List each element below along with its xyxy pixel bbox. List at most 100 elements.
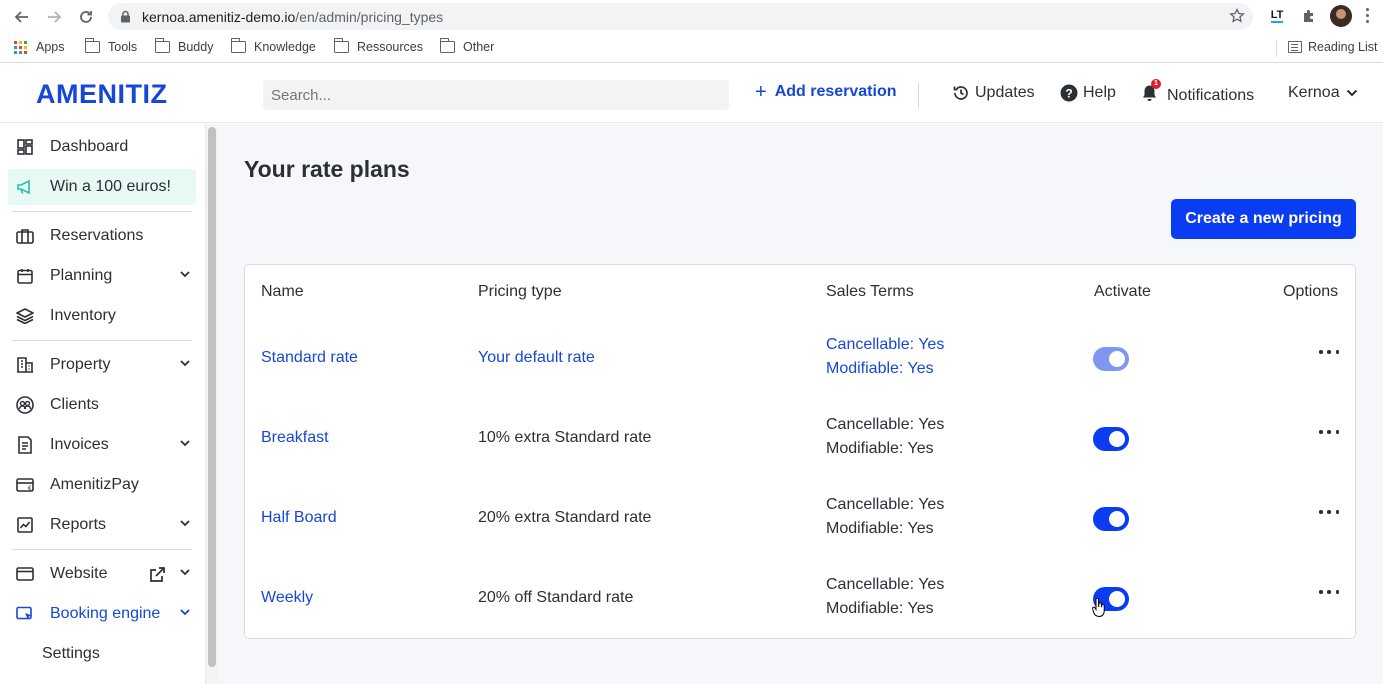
building-icon (16, 356, 34, 374)
user-menu[interactable]: Kernoa (1288, 84, 1363, 102)
sidebar-item-label: Reports (50, 516, 107, 533)
header-divider (918, 83, 919, 108)
options-menu-icon[interactable] (1319, 505, 1339, 519)
help-button[interactable]: ? Help (1060, 84, 1116, 102)
table-row: Half Board 20% extra Standard rate Cance… (245, 479, 1355, 559)
chevron-down-icon (180, 360, 190, 367)
options-menu-icon[interactable] (1319, 345, 1339, 359)
create-pricing-button[interactable]: Create a new pricing (1171, 199, 1356, 239)
sidebar-subitem-settings[interactable]: Settings (8, 636, 196, 672)
notification-badge: 1 (1151, 79, 1161, 89)
bookmark-star-icon[interactable] (1229, 7, 1245, 29)
sidebar-item-website[interactable]: Website (8, 556, 196, 592)
bookmark-buddy[interactable]: Buddy (154, 38, 213, 54)
modifiable-term: Modifiable: Yes (826, 600, 934, 617)
rate-name-link[interactable]: Standard rate (261, 349, 358, 367)
card-icon: € (16, 476, 34, 494)
add-reservation-button[interactable]: + Add reservation (755, 82, 897, 102)
puzzle-extensions-icon[interactable] (1299, 6, 1319, 26)
bookmark-knowledge[interactable]: Knowledge (230, 38, 316, 54)
activate-toggle[interactable] (1093, 427, 1129, 451)
folder-icon (84, 38, 100, 53)
calendar-icon (16, 267, 34, 285)
sidebar-divider (12, 549, 192, 550)
sidebar-item-booking-engine[interactable]: Booking engine (8, 596, 196, 632)
pricing-type-link[interactable]: Your default rate (478, 349, 595, 367)
sidebar-item-label: Inventory (50, 307, 116, 324)
hand-cursor-icon (1092, 598, 1105, 618)
reload-icon[interactable] (75, 6, 97, 28)
pricing-type-text: 20% extra Standard rate (478, 509, 652, 526)
plus-icon: + (755, 81, 767, 103)
table-row: Breakfast 10% extra Standard rate Cancel… (245, 399, 1355, 479)
rate-plans-table: Name Pricing type Sales Terms Activate O… (244, 264, 1356, 639)
sidebar-item-amenitizpay[interactable]: € AmenitizPay (8, 467, 196, 503)
sidebar-item-label: AmenitizPay (50, 476, 139, 493)
sidebar-item-dashboard[interactable]: Dashboard (8, 129, 196, 165)
forward-arrow-icon[interactable] (43, 6, 65, 28)
cancellable-term[interactable]: Cancellable: Yes (826, 333, 944, 357)
megaphone-icon (16, 178, 34, 196)
users-icon (16, 396, 34, 414)
activate-toggle[interactable] (1093, 347, 1129, 371)
folder-icon (230, 38, 246, 53)
sidebar-item-promo[interactable]: Win a 100 euros! (8, 169, 196, 205)
notifications-button[interactable]: 1 Notifications (1142, 79, 1254, 107)
pricing-type-text: 20% off Standard rate (478, 589, 634, 606)
bookmark-other[interactable]: Other (439, 38, 494, 54)
history-icon (953, 86, 968, 100)
sidebar-divider (12, 211, 192, 212)
external-link-icon (150, 567, 165, 582)
cancellable-term: Cancellable: Yes (826, 416, 945, 433)
sidebar-item-label: Invoices (50, 436, 109, 453)
languagetool-extension-icon[interactable]: LT (1267, 6, 1287, 26)
amenitiz-logo[interactable]: AMENITIZ (36, 79, 168, 110)
activate-toggle[interactable] (1093, 507, 1129, 531)
chevron-down-icon (180, 440, 190, 447)
sidebar-scrollbar-thumb[interactable] (208, 127, 216, 667)
options-menu-icon[interactable] (1319, 585, 1339, 599)
rate-name-link[interactable]: Breakfast (261, 429, 329, 447)
chevron-down-icon (180, 520, 190, 527)
browser-menu-icon[interactable] (1366, 8, 1370, 24)
bookmarks-divider (1276, 40, 1277, 57)
app-header: AMENITIZ + Add reservation Updates ? Hel… (0, 67, 1383, 123)
sidebar-item-clients[interactable]: Clients (8, 387, 196, 423)
back-arrow-icon[interactable] (11, 6, 33, 28)
sidebar-divider (12, 340, 192, 341)
sidebar-item-reports[interactable]: Reports (8, 507, 196, 543)
column-header-pricing-type: Pricing type (478, 283, 562, 300)
layers-icon (16, 307, 34, 325)
modifiable-term: Modifiable: Yes (826, 520, 934, 537)
invoice-icon (16, 436, 34, 454)
sidebar-item-inventory[interactable]: Inventory (8, 298, 196, 334)
bookmark-apps[interactable]: Apps (14, 40, 65, 54)
address-bar[interactable]: kernoa.amenitiz-demo.io/en/admin/pricing… (108, 3, 1253, 30)
search-input[interactable] (263, 80, 729, 110)
table-row: Standard rate Your default rate Cancella… (245, 319, 1355, 399)
column-header-options: Options (1283, 283, 1339, 300)
bookmark-tools[interactable]: Tools (84, 38, 137, 54)
reading-list-button[interactable]: Reading List (1288, 40, 1378, 54)
sidebar-item-property[interactable]: Property (8, 347, 196, 383)
column-header-name: Name (261, 283, 304, 300)
bookmarks-bar: Apps Tools Buddy Knowledge Ressources Ot… (0, 33, 1383, 63)
bookmark-ressources[interactable]: Ressources (333, 38, 423, 54)
sidebar-item-planning[interactable]: Planning (8, 258, 196, 294)
profile-avatar[interactable] (1330, 5, 1352, 27)
sidebar-item-label: Win a 100 euros! (50, 178, 171, 195)
sidebar-item-reservations[interactable]: Reservations (8, 218, 196, 254)
folder-icon (333, 38, 349, 53)
rate-name-link[interactable]: Weekly (261, 589, 313, 607)
sidebar-item-label: Property (50, 356, 111, 373)
modifiable-term[interactable]: Modifiable: Yes (826, 357, 944, 381)
folder-icon (154, 38, 170, 53)
updates-button[interactable]: Updates (952, 84, 1035, 102)
options-menu-icon[interactable] (1319, 425, 1339, 439)
sidebar-item-invoices[interactable]: Invoices (8, 427, 196, 463)
lock-icon (120, 10, 131, 28)
rate-name-link[interactable]: Half Board (261, 509, 337, 527)
help-icon: ? (1060, 84, 1078, 102)
sales-terms[interactable]: Cancellable: Yes Modifiable: Yes (826, 333, 944, 381)
cancellable-term: Cancellable: Yes (826, 576, 945, 593)
